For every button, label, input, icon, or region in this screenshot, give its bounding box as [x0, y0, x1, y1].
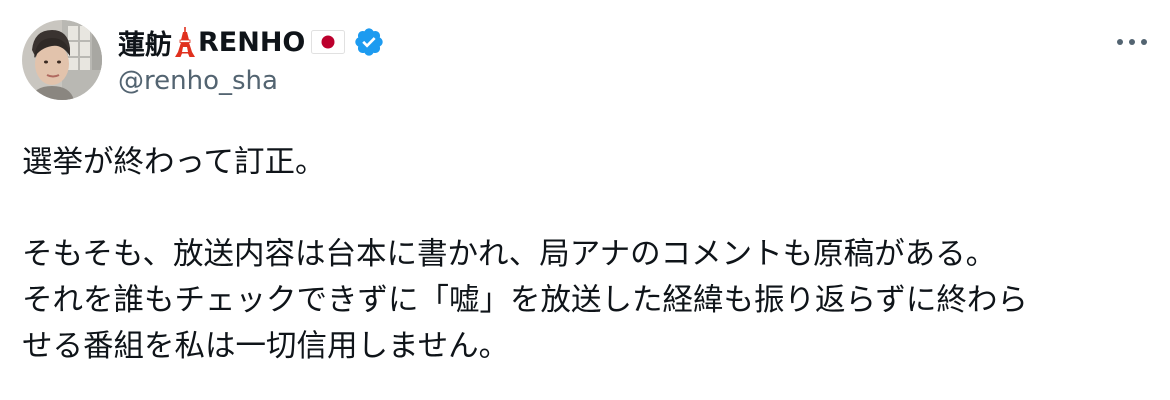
avatar[interactable]: [22, 20, 102, 100]
avatar-photo: [22, 20, 102, 100]
tweet-card: 蓮舫 RENHO @renho_sha 選挙が終わって訂正。 そもそも、放送内容…: [0, 0, 1170, 400]
more-horizontal-icon: [1117, 39, 1147, 45]
tweet-text: 選挙が終わって訂正。 そもそも、放送内容は台本に書かれ、局アナのコメントも原稿が…: [22, 140, 1162, 370]
more-options-button[interactable]: [1110, 24, 1154, 60]
japan-flag-icon: [311, 30, 346, 54]
tweet-text-line: それを誰もチェックできずに「嘘」を放送した経緯も振り返らずに終わら: [22, 283, 1028, 318]
display-name[interactable]: 蓮舫: [118, 23, 172, 62]
verified-badge-icon[interactable]: [353, 26, 385, 58]
tweet-text-line: そもそも、放送内容は台本に書かれ、局アナのコメントも原稿がある。: [22, 237, 997, 272]
author-name-row[interactable]: 蓮舫 RENHO: [118, 23, 385, 62]
display-name-suffix[interactable]: RENHO: [198, 27, 305, 58]
author-handle[interactable]: @renho_sha: [118, 66, 278, 96]
tweet-text-line: せる番組を私は一切信用しません。: [22, 329, 510, 364]
tweet-text-line: 選挙が終わって訂正。: [22, 145, 326, 180]
tokyo-tower-icon: [174, 26, 196, 58]
